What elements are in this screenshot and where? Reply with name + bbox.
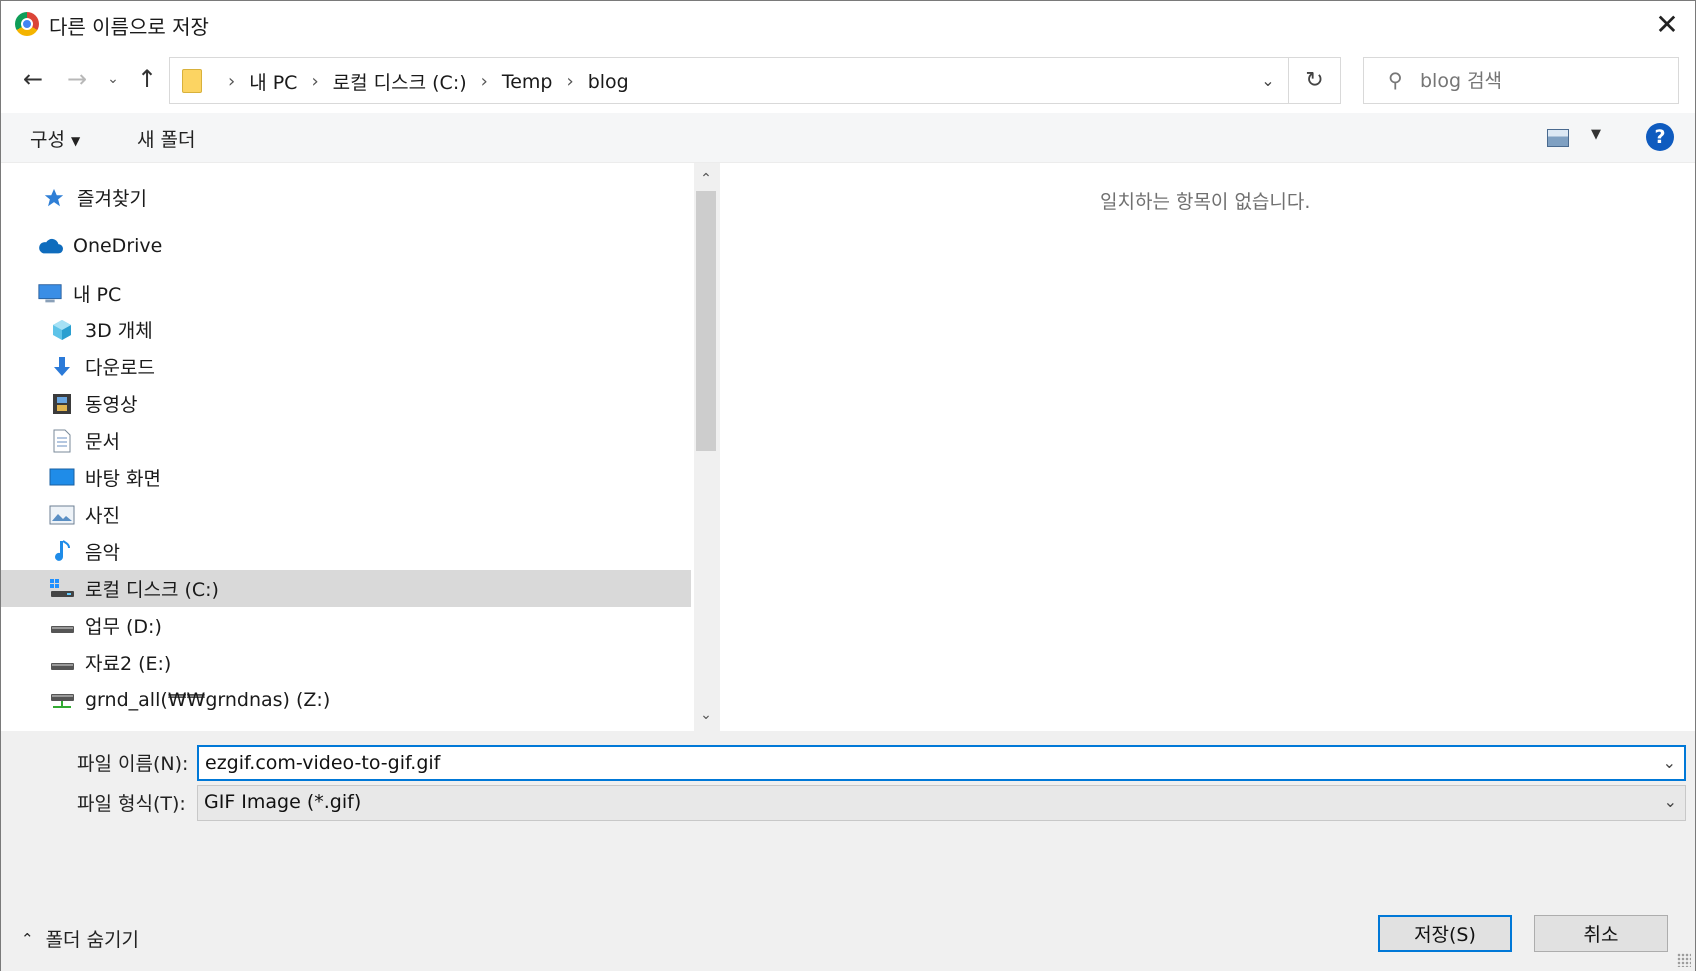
scroll-down-button[interactable]: ⌄ bbox=[694, 703, 718, 727]
sidebar-item-label: grnd_all(₩₩grndnas) (Z:) bbox=[85, 688, 331, 711]
save-as-dialog: 다른 이름으로 저장 ✕ ← → ⌄ ↑ › 내 PC › 로컬 디스크 (C:… bbox=[0, 0, 1696, 971]
search-input[interactable] bbox=[1420, 66, 1660, 96]
picture-icon bbox=[49, 503, 75, 527]
sidebar-item-label: 사진 bbox=[85, 505, 120, 527]
file-list-pane[interactable]: 일치하는 항목이 없습니다. bbox=[720, 163, 1695, 731]
sidebar-item-music[interactable]: 음악 bbox=[1, 533, 691, 570]
forward-button[interactable]: → bbox=[61, 63, 93, 95]
view-options-icon bbox=[1547, 129, 1569, 147]
sidebar-item-label: 3D 개체 bbox=[85, 320, 153, 342]
breadcrumb-item-local-disk[interactable]: 로컬 디스크 (C:) bbox=[333, 68, 467, 95]
breadcrumb-separator[interactable]: › bbox=[481, 71, 488, 92]
cloud-icon bbox=[37, 234, 63, 258]
search-box[interactable]: ⚲ bbox=[1363, 57, 1679, 104]
breadcrumb-separator[interactable]: › bbox=[228, 71, 235, 92]
breadcrumb-item-this-pc[interactable]: 내 PC bbox=[249, 68, 297, 95]
document-icon bbox=[49, 429, 75, 453]
network-drive-icon bbox=[49, 688, 75, 712]
chrome-icon bbox=[15, 12, 39, 36]
new-folder-button[interactable]: 새 폴더 bbox=[137, 125, 195, 152]
folder-icon bbox=[182, 69, 202, 93]
address-history-dropdown[interactable]: ⌄ bbox=[1248, 58, 1288, 103]
film-icon bbox=[49, 392, 75, 416]
filetype-label: 파일 형식(T): bbox=[77, 793, 186, 815]
sidebar-item-this-pc[interactable]: 내 PC bbox=[1, 275, 691, 312]
filename-field[interactable]: ezgif.com-video-to-gif.gif ⌄ bbox=[197, 745, 1686, 781]
sidebar-item-pictures[interactable]: 사진 bbox=[1, 496, 691, 533]
up-button[interactable]: ↑ bbox=[131, 63, 163, 95]
help-button[interactable]: ? bbox=[1646, 123, 1674, 151]
save-button[interactable]: 저장(S) bbox=[1378, 915, 1512, 952]
resize-grip[interactable] bbox=[1677, 953, 1691, 967]
sidebar-item-desktop[interactable]: 바탕 화면 bbox=[1, 459, 691, 496]
breadcrumb-item-blog[interactable]: blog bbox=[588, 71, 629, 93]
breadcrumb: › 내 PC › 로컬 디스크 (C:) › Temp › blog bbox=[214, 68, 629, 95]
title-bar: 다른 이름으로 저장 ✕ bbox=[1, 1, 1695, 47]
window-title: 다른 이름으로 저장 bbox=[49, 15, 209, 39]
sidebar-item-onedrive[interactable]: OneDrive bbox=[1, 227, 691, 264]
sidebar-item-documents[interactable]: 문서 bbox=[1, 422, 691, 459]
sidebar-item-drive-e[interactable]: 자료2 (E:) bbox=[1, 644, 691, 681]
sidebar-item-label: 동영상 bbox=[85, 394, 138, 416]
desktop-icon bbox=[49, 466, 75, 490]
breadcrumb-separator[interactable]: › bbox=[566, 71, 573, 92]
filetype-select[interactable]: GIF Image (*.gif) ⌄ bbox=[197, 785, 1686, 821]
drive-icon bbox=[49, 614, 75, 638]
sidebar-item-label: 다운로드 bbox=[85, 357, 155, 379]
filetype-value: GIF Image (*.gif) bbox=[204, 791, 362, 813]
save-form-area: 파일 이름(N): ezgif.com-video-to-gif.gif ⌄ 파… bbox=[1, 731, 1695, 971]
sidebar-item-label: 내 PC bbox=[73, 284, 122, 306]
back-button[interactable]: ← bbox=[17, 63, 49, 95]
sidebar-item-label: 바탕 화면 bbox=[85, 468, 161, 490]
filename-label: 파일 이름(N): bbox=[77, 753, 189, 775]
filename-input[interactable]: ezgif.com-video-to-gif.gif bbox=[205, 752, 440, 774]
sidebar-item-quick-access[interactable]: 즐겨찾기 bbox=[1, 179, 691, 216]
chevron-down-icon[interactable]: ⌄ bbox=[1664, 792, 1677, 811]
chevron-down-icon: ▼ bbox=[1591, 127, 1601, 142]
cube-icon bbox=[49, 318, 75, 342]
breadcrumb-item-temp[interactable]: Temp bbox=[502, 71, 553, 93]
navigation-pane: 즐겨찾기 OneDrive 내 PC 3D 개체 다운로드 동영상 문서 바탕 … bbox=[1, 163, 693, 731]
scroll-up-button[interactable]: ⌃ bbox=[694, 167, 718, 191]
sidebar-item-label: 즐겨찾기 bbox=[77, 188, 147, 210]
sidebar-item-label: 로컬 디스크 (C:) bbox=[85, 579, 219, 601]
sidebar-item-3d-objects[interactable]: 3D 개체 bbox=[1, 311, 691, 348]
windows-drive-icon bbox=[49, 577, 75, 601]
organize-button[interactable]: 구성 ▼ bbox=[30, 125, 80, 152]
star-icon bbox=[41, 186, 67, 210]
hide-folders-button[interactable]: ⌃ 폴더 숨기기 bbox=[21, 925, 139, 952]
cancel-button[interactable]: 취소 bbox=[1534, 915, 1668, 952]
navigation-pane-scrollbar[interactable]: ⌃ ⌄ bbox=[694, 163, 718, 731]
breadcrumb-separator[interactable]: › bbox=[311, 71, 318, 92]
refresh-button[interactable]: ↻ bbox=[1288, 58, 1340, 103]
scrollbar-thumb[interactable] bbox=[696, 191, 716, 451]
address-bar[interactable]: › 내 PC › 로컬 디스크 (C:) › Temp › blog ⌄ ↻ bbox=[169, 57, 1341, 104]
hide-folders-label: 폴더 숨기기 bbox=[45, 929, 140, 951]
drive-icon bbox=[49, 651, 75, 675]
music-icon bbox=[49, 539, 75, 564]
sidebar-item-label: 문서 bbox=[85, 431, 120, 453]
search-icon: ⚲ bbox=[1388, 68, 1403, 92]
chevron-down-icon: ▼ bbox=[70, 133, 81, 148]
close-button[interactable]: ✕ bbox=[1639, 1, 1695, 47]
command-bar: 구성 ▼ 새 폴더 ▼ bbox=[1, 113, 1695, 163]
computer-icon bbox=[37, 282, 63, 306]
organize-label: 구성 bbox=[30, 129, 65, 151]
sidebar-item-videos[interactable]: 동영상 bbox=[1, 385, 691, 422]
sidebar-item-drive-d[interactable]: 업무 (D:) bbox=[1, 607, 691, 644]
empty-folder-message: 일치하는 항목이 없습니다. bbox=[1100, 191, 1311, 213]
download-icon bbox=[49, 355, 75, 379]
change-view-button[interactable]: ▼ bbox=[1547, 127, 1627, 151]
chevron-up-icon: ⌃ bbox=[21, 929, 34, 948]
sidebar-item-local-disk-c[interactable]: 로컬 디스크 (C:) bbox=[1, 570, 691, 607]
sidebar-item-network-drive-z[interactable]: grnd_all(₩₩grndnas) (Z:) bbox=[1, 681, 691, 718]
chevron-down-icon[interactable]: ⌄ bbox=[1663, 753, 1676, 772]
sidebar-item-label: 음악 bbox=[85, 542, 120, 564]
recent-locations-button[interactable]: ⌄ bbox=[101, 63, 125, 95]
sidebar-item-label: 자료2 (E:) bbox=[85, 653, 172, 675]
sidebar-item-downloads[interactable]: 다운로드 bbox=[1, 348, 691, 385]
sidebar-item-label: 업무 (D:) bbox=[85, 616, 162, 638]
sidebar-item-label: OneDrive bbox=[73, 234, 163, 257]
